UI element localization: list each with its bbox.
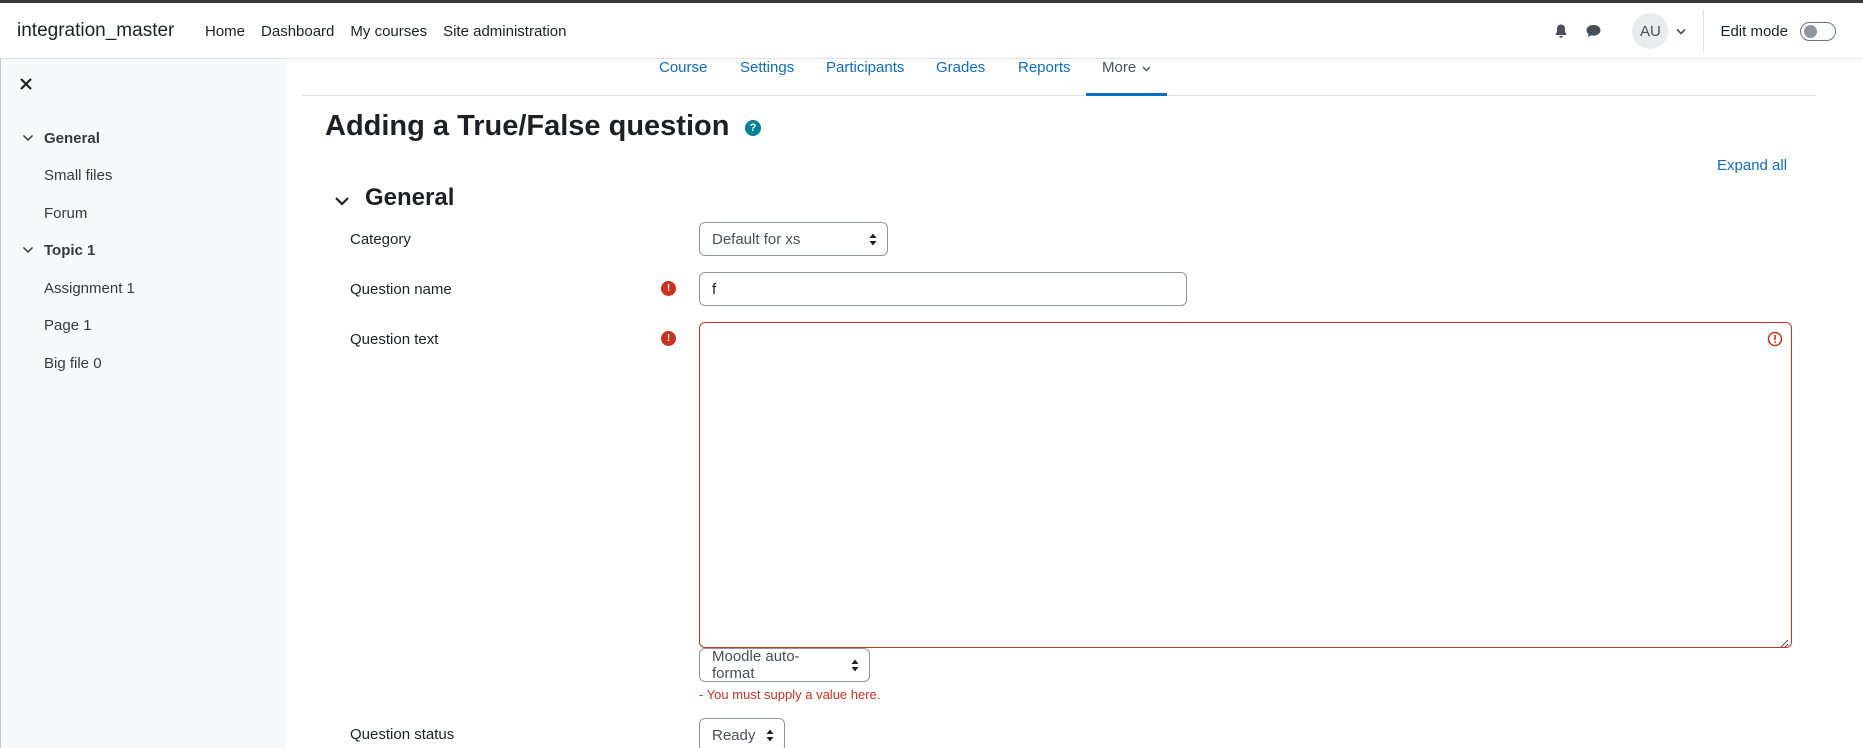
question-status-label: Question status (350, 726, 455, 743)
page-title: Adding a True/False question (325, 110, 730, 142)
question-status-selected-value: Ready (712, 726, 756, 744)
tab-label: Settings (740, 59, 795, 76)
tab-label: Grades (936, 59, 986, 76)
edit-mode-toggle[interactable] (1800, 21, 1836, 41)
secondary-navigation: Course Settings Participants Grades Repo… (302, 59, 1816, 96)
sort-arrows-icon (766, 729, 774, 742)
tab-participants[interactable]: Participants (826, 59, 904, 96)
resize-handle-icon[interactable] (1779, 635, 1789, 648)
avatar: AU (1632, 13, 1669, 49)
user-menu-area: AU Edit mode (1550, 3, 1863, 59)
course-item-page-1[interactable]: Page 1 (44, 317, 92, 334)
required-icon: ! (661, 331, 676, 346)
edit-mode-control: Edit mode (1704, 21, 1863, 41)
tab-label: More (1102, 59, 1137, 76)
tab-course[interactable]: Course (659, 59, 707, 96)
tab-reports[interactable]: Reports (1018, 59, 1071, 96)
close-icon[interactable] (19, 77, 35, 93)
nav-dashboard[interactable]: Dashboard (261, 23, 334, 40)
help-icon[interactable]: ? (745, 120, 761, 136)
nav-my-courses[interactable]: My courses (350, 23, 427, 40)
course-section-general[interactable]: General (44, 130, 100, 147)
question-text-editor[interactable] (699, 322, 1792, 648)
nav-site-administration[interactable]: Site administration (443, 23, 566, 40)
top-navbar: integration_master Home Dashboard My cou… (0, 0, 1863, 59)
primary-navigation: Home Dashboard My courses Site administr… (205, 23, 567, 40)
course-section-topic-1[interactable]: Topic 1 (44, 242, 95, 259)
chevron-down-icon (1142, 66, 1151, 72)
question-text-label: Question text (350, 331, 439, 348)
sort-arrows-icon (869, 233, 877, 246)
bell-icon[interactable] (1550, 20, 1572, 42)
chevron-down-icon[interactable] (22, 131, 34, 143)
tab-label: Reports (1018, 59, 1071, 76)
course-item-forum[interactable]: Forum (44, 205, 87, 222)
course-index-drawer: General Small files Forum Topic 1 Assign… (0, 59, 286, 748)
chevron-down-icon[interactable] (22, 243, 34, 255)
question-name-value: f (712, 280, 717, 298)
category-label: Category (350, 231, 411, 248)
chat-icon[interactable] (1582, 20, 1604, 42)
tab-settings[interactable]: Settings (740, 59, 794, 96)
course-item-small-files[interactable]: Small files (44, 167, 112, 184)
toggle-knob (1804, 24, 1817, 38)
question-name-input[interactable]: f (699, 272, 1187, 306)
category-select[interactable]: Default for xs (699, 222, 888, 256)
nav-home[interactable]: Home (205, 23, 245, 40)
error-icon (1767, 331, 1783, 347)
text-format-selected-value: Moodle auto-format (712, 648, 800, 682)
text-format-select[interactable]: Moodle auto-format (699, 648, 870, 682)
section-title-general: General (365, 184, 455, 211)
course-item-assignment-1[interactable]: Assignment 1 (44, 280, 135, 297)
question-status-select[interactable]: Ready (699, 718, 785, 748)
course-item-big-file-0[interactable]: Big file 0 (44, 355, 102, 372)
tab-more[interactable]: More (1086, 59, 1168, 96)
question-text-error: - You must supply a value here. (699, 687, 881, 702)
chevron-down-icon (1676, 25, 1688, 37)
category-selected-value: Default for xs (712, 230, 801, 248)
chevron-down-icon[interactable] (334, 193, 350, 209)
edit-mode-label: Edit mode (1720, 22, 1788, 40)
tab-label: Course (659, 59, 708, 76)
tab-label: Participants (826, 59, 905, 76)
expand-all-link[interactable]: Expand all (1717, 157, 1787, 174)
sort-arrows-icon (851, 659, 859, 672)
user-menu-toggle[interactable]: AU (1632, 13, 1688, 49)
site-brand[interactable]: integration_master (17, 20, 174, 42)
question-name-label: Question name (350, 281, 452, 298)
tab-grades[interactable]: Grades (936, 59, 985, 96)
required-icon: ! (661, 281, 676, 296)
